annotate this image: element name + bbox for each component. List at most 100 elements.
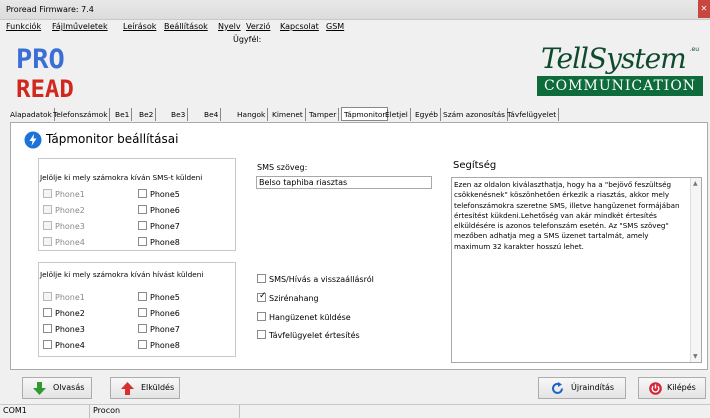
sms-phone6-label: Phone6 xyxy=(150,206,180,215)
call-phone8-label: Phone8 xyxy=(150,341,180,350)
call-phone6-checkbox[interactable]: Phone6 xyxy=(138,308,180,318)
call-phone3-checkbox[interactable]: Phone3 xyxy=(43,324,85,334)
tab-tavfelugyelet[interactable]: Távfelügyelet xyxy=(505,108,560,121)
sms-phone7-label: Phone7 xyxy=(150,222,180,231)
menu-nyelv[interactable]: Nyelv xyxy=(218,22,241,31)
sms-phone3-checkbox[interactable]: Phone3 xyxy=(43,221,85,231)
sms-phone3-label: Phone3 xyxy=(55,222,85,231)
sms-phone7-checkbox[interactable]: Phone7 xyxy=(138,221,180,231)
tab-strip: Alapadatok Telefonszámok Be1 Be2 Be3 Be4… xyxy=(8,107,708,121)
call-phone7-checkbox[interactable]: Phone7 xyxy=(138,324,180,334)
status-port: COM1 xyxy=(0,405,90,418)
tab-telefonszamok[interactable]: Telefonszámok xyxy=(51,108,111,121)
exit-button[interactable]: Kilépés xyxy=(638,377,706,399)
sms-phone2-label: Phone2 xyxy=(55,206,85,215)
title-bar: Proread Firmware: 7.4 ✕ xyxy=(0,0,710,20)
brand-sub: COMMUNICATION xyxy=(537,76,703,96)
tab-be4[interactable]: Be4 xyxy=(202,108,222,121)
help-scrollbar[interactable]: ▲ ▼ xyxy=(690,178,701,362)
proread-logo: PRO READ xyxy=(16,44,74,102)
sms-phone5-checkbox[interactable]: Phone5 xyxy=(138,189,180,199)
sms-phone8-label: Phone8 xyxy=(150,238,180,247)
scroll-down-icon[interactable]: ▼ xyxy=(693,353,698,360)
help-textbox[interactable]: Ezen az oldalon kiválaszthatja, hogy ha … xyxy=(451,177,702,363)
tab-be1[interactable]: Be1 xyxy=(113,108,133,121)
sms-phone2-checkbox[interactable]: Phone2 xyxy=(43,205,85,215)
scroll-up-icon[interactable]: ▲ xyxy=(693,180,698,187)
tellsystem-logo: TellSystem .eu COMMUNICATION xyxy=(537,42,703,102)
send-button-label: Elküldés xyxy=(141,383,175,392)
tab-tapmonitor[interactable]: Tápmonitor xyxy=(341,107,389,121)
arrow-down-icon xyxy=(33,382,46,395)
tab-tamper[interactable]: Tamper xyxy=(307,108,340,121)
menu-verzio[interactable]: Verzió xyxy=(246,22,270,31)
siren-label: Szirénahang xyxy=(269,294,319,303)
menu-fajlmuveletek[interactable]: Fájlműveletek xyxy=(52,22,108,31)
read-button[interactable]: Olvasás xyxy=(22,377,92,399)
status-bar: COM1 Procon xyxy=(0,404,710,418)
sms-phone4-label: Phone4 xyxy=(55,238,85,247)
tab-eletjel[interactable]: Életjel xyxy=(383,108,411,121)
refresh-icon xyxy=(552,382,563,394)
remote-monitoring-checkbox[interactable]: Távfelügyelet értesítés xyxy=(257,330,360,340)
call-phone3-label: Phone3 xyxy=(55,325,85,334)
call-phone1-label: Phone1 xyxy=(55,293,85,302)
siren-checkbox[interactable]: ✓ Szirénahang xyxy=(257,291,319,303)
call-phone4-checkbox[interactable]: Phone4 xyxy=(43,340,85,350)
logo-line1: PRO xyxy=(16,44,65,75)
tab-egyeb[interactable]: Egyéb xyxy=(413,108,441,121)
sms-phone8-checkbox[interactable]: Phone8 xyxy=(138,237,180,247)
menu-gsm[interactable]: GSM xyxy=(326,22,344,31)
call-phone6-label: Phone6 xyxy=(150,309,180,318)
brand-name: TellSystem xyxy=(541,42,687,75)
restore-notify-checkbox[interactable]: SMS/Hívás a visszaállásról xyxy=(257,274,374,284)
menu-kapcsolat[interactable]: Kapcsolat xyxy=(280,22,319,31)
power-bolt-icon xyxy=(24,131,42,149)
sms-phone1-checkbox[interactable]: Phone1 xyxy=(43,189,85,199)
call-phone5-checkbox[interactable]: Phone5 xyxy=(138,292,180,302)
menu-leirasok[interactable]: Leírások xyxy=(123,22,156,31)
sms-text-input[interactable]: Belso taphiba riasztas xyxy=(256,176,432,189)
voice-message-checkbox[interactable]: Hangüzenet küldése xyxy=(257,312,351,322)
brand-tld: .eu xyxy=(689,46,699,53)
sms-phone1-label: Phone1 xyxy=(55,190,85,199)
tab-hangok[interactable]: Hangok xyxy=(235,108,269,121)
remote-monitoring-label: Távfelügyelet értesítés xyxy=(269,331,360,340)
power-icon xyxy=(649,382,662,395)
tab-kimenet[interactable]: Kimenet xyxy=(270,108,306,121)
help-text: Ezen az oldalon kiválaszthatja, hogy ha … xyxy=(454,180,680,251)
menu-beallitasok[interactable]: Beállítások xyxy=(164,22,208,31)
call-group-label: Jelölje ki mely számokra kíván hívást kü… xyxy=(40,270,204,279)
call-phone2-checkbox[interactable]: Phone2 xyxy=(43,308,85,318)
tab-szam-azonositas[interactable]: Szám azonosítás xyxy=(441,108,508,121)
call-phone8-checkbox[interactable]: Phone8 xyxy=(138,340,180,350)
restart-button[interactable]: Újraindítás xyxy=(538,377,626,399)
window-title: Proread Firmware: 7.4 xyxy=(6,5,94,14)
restart-button-label: Újraindítás xyxy=(571,383,615,392)
logo-line2: READ xyxy=(16,75,74,102)
checkmark-icon: ✓ xyxy=(259,291,267,301)
menu-bar: Funkciók Fájlműveletek Leírások Beállítá… xyxy=(0,20,710,34)
exit-button-label: Kilépés xyxy=(667,383,696,392)
status-device: Procon xyxy=(90,405,240,418)
sms-phone5-label: Phone5 xyxy=(150,190,180,199)
call-phone7-label: Phone7 xyxy=(150,325,180,334)
call-phone4-label: Phone4 xyxy=(55,341,85,350)
sms-phone6-checkbox[interactable]: Phone6 xyxy=(138,205,180,215)
customer-label: Ügyfél: xyxy=(233,35,262,44)
help-title: Segítség xyxy=(453,160,497,171)
tab-alapadatok[interactable]: Alapadatok xyxy=(8,108,55,121)
call-phone1-checkbox[interactable]: Phone1 xyxy=(43,292,85,302)
arrow-up-icon xyxy=(121,382,134,395)
restore-notify-label: SMS/Hívás a visszaállásról xyxy=(269,275,374,284)
read-button-label: Olvasás xyxy=(53,383,85,392)
tab-be2[interactable]: Be2 xyxy=(137,108,157,121)
tab-be3[interactable]: Be3 xyxy=(169,108,189,121)
menu-funkciok[interactable]: Funkciók xyxy=(6,22,41,31)
sms-group-label: Jelölje ki mely számokra kíván SMS-t kül… xyxy=(40,173,203,182)
call-phone5-label: Phone5 xyxy=(150,293,180,302)
call-phone2-label: Phone2 xyxy=(55,309,85,318)
sms-phone4-checkbox[interactable]: Phone4 xyxy=(43,237,85,247)
close-icon[interactable]: ✕ xyxy=(698,0,710,18)
send-button[interactable]: Elküldés xyxy=(110,377,180,399)
